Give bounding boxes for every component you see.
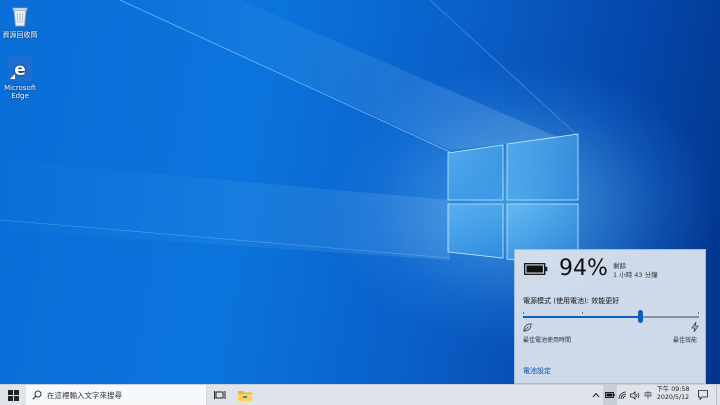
recycle-bin-icon <box>7 3 33 29</box>
action-center-button[interactable] <box>696 385 710 405</box>
show-desktop-button[interactable] <box>716 385 720 405</box>
slider-tick <box>523 312 524 314</box>
search-icon <box>32 390 42 400</box>
desktop-icon-label: 資源回收筒 <box>2 31 38 39</box>
taskbar: 在這裡輸入文字來搜尋 中 下午 09:58 2020/5/12 <box>0 384 720 405</box>
desktop-icon-recycle-bin[interactable]: 資源回收筒 <box>0 3 40 39</box>
battery-icon <box>524 263 548 275</box>
desktop-icon-label: Microsoft Edge <box>4 84 36 100</box>
windows-logo-pane-tr <box>506 133 579 201</box>
battery-settings-link[interactable]: 電池設定 <box>523 366 551 376</box>
slider-tick <box>698 312 699 314</box>
battery-remaining-time: 1 小時 43 分鐘 <box>613 271 658 279</box>
search-placeholder: 在這裡輸入文字來搜尋 <box>47 391 122 400</box>
battery-percent: 94% <box>559 256 608 281</box>
windows-logo-pane-bl <box>447 203 504 259</box>
slider-fill <box>523 316 641 318</box>
speaker-icon <box>630 390 640 400</box>
ime-indicator[interactable]: 中 <box>642 385 654 405</box>
best-performance-label: 最佳效能 <box>672 337 697 344</box>
task-view-icon <box>214 391 226 399</box>
slider-tick <box>582 312 583 314</box>
start-button[interactable] <box>0 385 26 405</box>
tray-volume-button[interactable] <box>629 385 641 405</box>
battery-flyout: 94% 剩餘 1 小時 43 分鐘 電源模式 (使用電池): 效能更好 最佳電池… <box>514 249 706 384</box>
desktop-icon-edge[interactable]: e Microsoft Edge <box>0 56 40 100</box>
tray-network-button[interactable] <box>617 385 629 405</box>
clock-time: 下午 09:58 <box>656 386 690 393</box>
clock-date: 2020/5/12 <box>656 394 690 401</box>
tray-battery-button[interactable] <box>603 385 617 405</box>
lightning-icon <box>691 322 699 332</box>
search-box[interactable]: 在這裡輸入文字來搜尋 <box>26 385 207 405</box>
best-battery-label: 最佳電池使用時間 <box>523 337 572 344</box>
chevron-up-icon <box>592 392 600 398</box>
edge-icon: e <box>7 56 33 82</box>
windows-logo-icon <box>7 389 19 401</box>
battery-icon <box>605 392 615 398</box>
notification-icon <box>698 390 708 400</box>
clock[interactable]: 下午 09:58 2020/5/12 <box>655 386 691 402</box>
show-hidden-icons-button[interactable] <box>590 385 602 405</box>
power-mode-label: 電源模式 (使用電池): 效能更好 <box>523 297 620 305</box>
svg-text:e: e <box>14 60 26 80</box>
file-explorer-button[interactable] <box>235 385 255 405</box>
network-icon <box>618 391 627 399</box>
power-mode-slider[interactable] <box>523 310 699 323</box>
leaf-icon <box>523 323 532 332</box>
slider-thumb[interactable] <box>638 310 644 323</box>
task-view-button[interactable] <box>210 385 230 405</box>
windows-logo-pane-tl <box>447 144 504 201</box>
folder-icon <box>238 390 252 401</box>
